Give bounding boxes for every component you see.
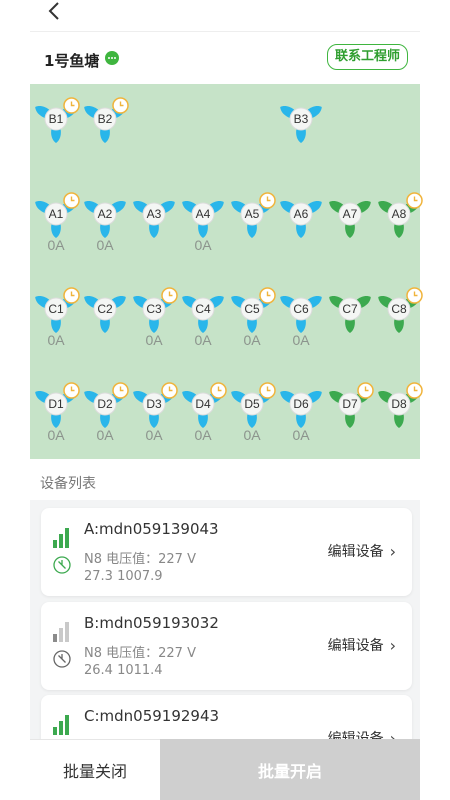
current-reading: 0A [145, 427, 163, 443]
device-name: A:mdn059139043 [84, 520, 219, 538]
current-reading: 0A [194, 332, 212, 348]
timer-clock-icon [63, 287, 80, 304]
device-voltage: N8 电压值：227 V [84, 552, 196, 567]
current-reading: 0A [243, 427, 261, 443]
timer-clock-icon [406, 192, 423, 209]
edit-device-button[interactable]: 编辑设备 › [328, 635, 396, 655]
power-off-icon [53, 650, 71, 668]
device-card[interactable]: A:mdn059139043 N8 电压值：227 V 27.3 1007.9 … [41, 508, 412, 596]
timer-clock-icon [63, 382, 80, 399]
back-chevron-icon[interactable] [44, 0, 64, 22]
aerator-a3[interactable]: A3 [130, 189, 178, 259]
aerator-label: A4 [195, 207, 211, 221]
power-off-icon [53, 556, 71, 574]
device-name: B:mdn059193032 [84, 614, 219, 632]
aerator-b3[interactable]: B3 [277, 94, 325, 164]
aerator-c2[interactable]: C2 [81, 284, 129, 354]
device-card[interactable]: B:mdn059193032 N8 电压值：227 V 26.4 1011.4 … [41, 602, 412, 690]
aerator-b2[interactable]: B2 [81, 94, 129, 164]
current-reading: 0A [47, 237, 65, 253]
top-bar [30, 0, 420, 32]
timer-clock-icon [406, 382, 423, 399]
aerator-a5[interactable]: A5 [228, 189, 276, 259]
aerator-c1[interactable]: C1 0A [32, 284, 80, 354]
aerator-d2[interactable]: D2 0A [81, 379, 129, 449]
current-reading: 0A [194, 427, 212, 443]
timer-clock-icon [161, 382, 178, 399]
pond-map: B1 B2 B3 A1 0A A2 0A A3 A4 0A A5 A6 A7 A8 C1 0A C2 C3 0A C4… [30, 84, 423, 459]
aerator-a8[interactable]: A8 [375, 189, 423, 259]
current-reading: 0A [194, 237, 212, 253]
current-reading: 0A [145, 332, 163, 348]
timer-clock-icon [112, 382, 129, 399]
timer-clock-icon [357, 382, 374, 399]
edit-device-label: 编辑设备 [327, 638, 384, 654]
chevron-right-icon: › [389, 635, 396, 655]
current-reading: 0A [96, 427, 114, 443]
aerator-label: A2 [97, 207, 113, 221]
aerator-b1[interactable]: B1 [32, 94, 80, 164]
timer-clock-icon [210, 382, 227, 399]
aerator-a4[interactable]: A4 0A [179, 189, 227, 259]
aerator-d4[interactable]: D4 0A [179, 379, 227, 449]
current-reading: 0A [47, 427, 65, 443]
aerator-label: C6 [293, 302, 309, 316]
pond-name: 1号鱼塘 [44, 52, 100, 70]
aerator-c7[interactable]: C7 [326, 284, 374, 354]
aerator-c5[interactable]: C5 0A [228, 284, 276, 354]
aerator-a2[interactable]: A2 0A [81, 189, 129, 259]
aerator-label: A6 [293, 207, 309, 221]
current-reading: 0A [96, 237, 114, 253]
current-reading: 0A [243, 332, 261, 348]
edit-device-button[interactable]: 编辑设备 › [328, 541, 396, 561]
aerator-label: A7 [342, 207, 358, 221]
signal-strength-icon [53, 713, 71, 735]
aerator-c8[interactable]: C8 [375, 284, 423, 354]
signal-strength-icon [53, 526, 71, 548]
current-reading: 0A [47, 332, 65, 348]
aerator-label: C4 [195, 302, 211, 316]
timer-clock-icon [112, 97, 129, 114]
aerator-c3[interactable]: C3 0A [130, 284, 178, 354]
aerator-a6[interactable]: A6 [277, 189, 325, 259]
aerator-label: A3 [146, 207, 162, 221]
aerator-label: C2 [97, 302, 113, 316]
timer-clock-icon [406, 287, 423, 304]
aerator-label: C7 [342, 302, 358, 316]
current-reading: 0A [292, 427, 310, 443]
device-name: C:mdn059192943 [84, 707, 220, 725]
pond-header: 1号鱼塘 联系工程师 [30, 42, 420, 78]
aerator-a7[interactable]: A7 [326, 189, 374, 259]
batch-on-button[interactable]: 批量开启 [160, 739, 420, 800]
timer-clock-icon [259, 382, 276, 399]
aerator-d5[interactable]: D5 0A [228, 379, 276, 449]
aerator-c4[interactable]: C4 0A [179, 284, 227, 354]
device-voltage: N8 电压值：227 V [84, 646, 196, 661]
timer-clock-icon [259, 192, 276, 209]
aerator-c6[interactable]: C6 0A [277, 284, 325, 354]
device-values: 27.3 1007.9 [84, 569, 163, 584]
aerator-d8[interactable]: D8 [375, 379, 423, 449]
more-dots-icon[interactable] [105, 51, 119, 65]
aerator-d3[interactable]: D3 0A [130, 379, 178, 449]
timer-clock-icon [161, 287, 178, 304]
batch-off-button[interactable]: 批量关闭 [30, 739, 160, 800]
timer-clock-icon [63, 97, 80, 114]
device-list-title: 设备列表 [40, 476, 96, 492]
timer-clock-icon [63, 192, 80, 209]
edit-device-label: 编辑设备 [327, 544, 384, 560]
aerator-a1[interactable]: A1 0A [32, 189, 80, 259]
contact-engineer-button[interactable]: 联系工程师 [326, 44, 408, 70]
aerator-label: D6 [293, 397, 309, 411]
aerator-d1[interactable]: D1 0A [32, 379, 80, 449]
aerator-label: B3 [293, 112, 309, 126]
aerator-d7[interactable]: D7 [326, 379, 374, 449]
timer-clock-icon [259, 287, 276, 304]
device-values: 26.4 1011.4 [84, 663, 163, 678]
chevron-right-icon: › [389, 541, 396, 561]
current-reading: 0A [292, 332, 310, 348]
bottom-action-bar: 批量关闭 批量开启 [30, 739, 420, 800]
signal-strength-icon [53, 620, 71, 642]
aerator-d6[interactable]: D6 0A [277, 379, 325, 449]
